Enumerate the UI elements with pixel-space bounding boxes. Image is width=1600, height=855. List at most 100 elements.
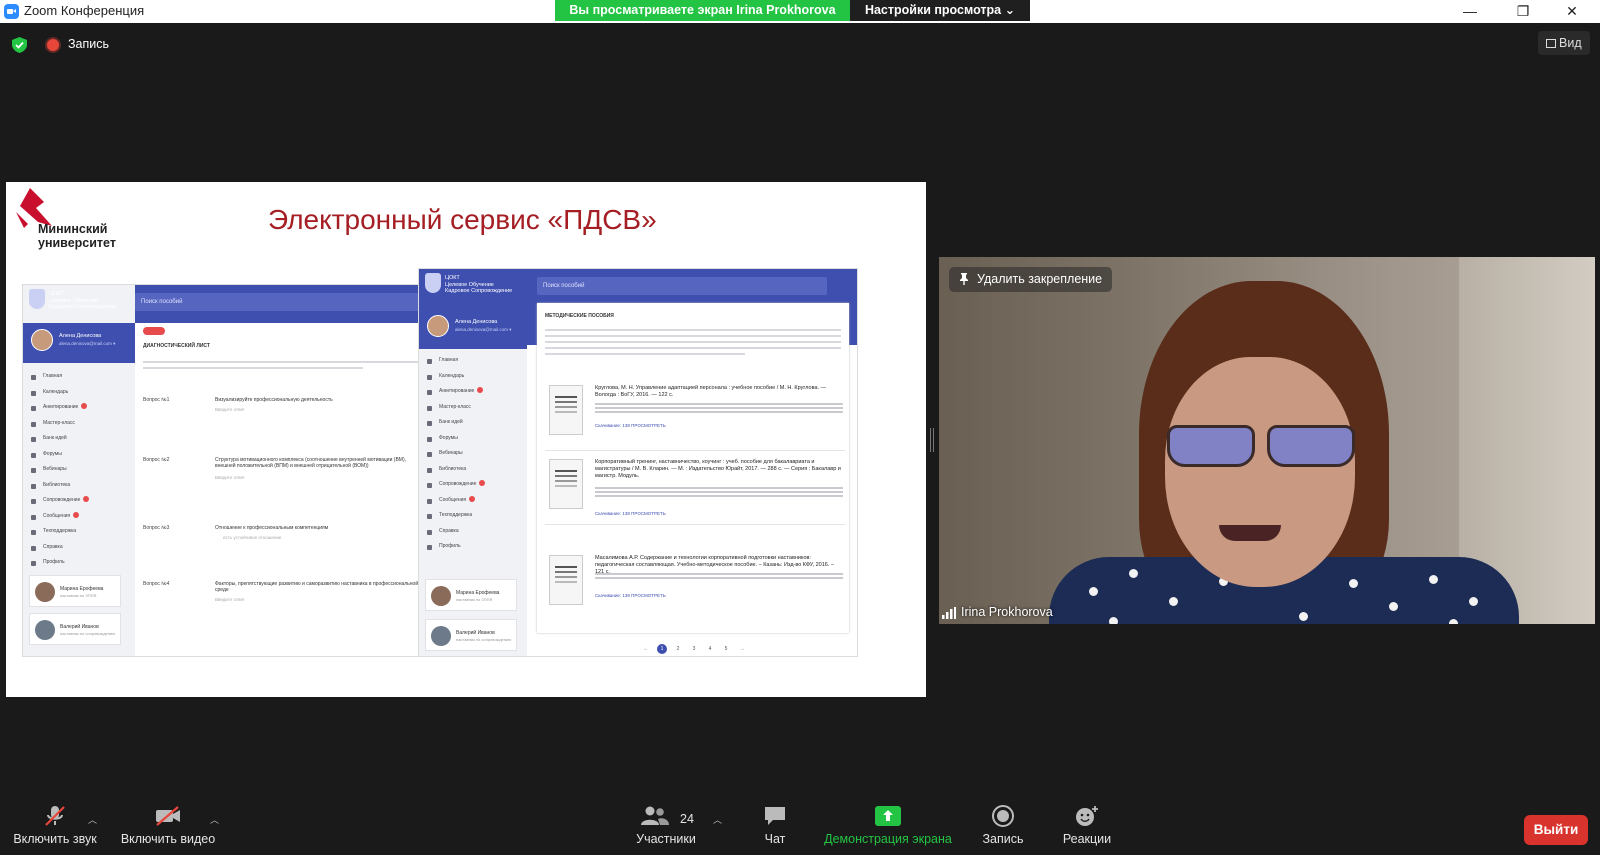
- question-label: Вопрос №3: [143, 525, 170, 531]
- zoom-app-icon: [4, 4, 19, 19]
- mock-search-input: Поиск пособий: [537, 277, 827, 295]
- mock-menu-item: Справка: [425, 524, 529, 540]
- org-sub-2: Кадровое Сопровождение: [49, 304, 117, 310]
- mock-menu-item-label: Техподдержка: [43, 528, 77, 534]
- person-name: Марина Ерофеева: [456, 590, 500, 596]
- notification-badge: [479, 480, 486, 486]
- start-video-button[interactable]: Включить видео: [118, 805, 218, 846]
- minimize-button[interactable]: —: [1447, 1, 1493, 22]
- restore-button[interactable]: ❐: [1500, 1, 1546, 22]
- mock-menu-item: Календарь: [29, 385, 133, 401]
- mock-menu-item-label: Форумы: [439, 434, 458, 441]
- mock-menu-item: Банк идей: [425, 415, 529, 431]
- question-hint: Введите ответ: [215, 407, 245, 412]
- panel-resize-handle[interactable]: [930, 428, 934, 452]
- mock-menu-item: Сопровождение: [29, 493, 133, 509]
- encryption-shield-icon[interactable]: [12, 37, 27, 53]
- intro-line: [545, 335, 841, 337]
- book-cover-icon: [549, 555, 583, 605]
- manual-description: [595, 487, 843, 501]
- mock-menu-item-label: Мастер-класс: [43, 419, 75, 426]
- recording-label[interactable]: Запись: [68, 37, 109, 51]
- person-name: Валерий Иванов: [456, 630, 495, 636]
- question-label: Вопрос №4: [143, 581, 170, 587]
- question-hint: Введите ответ: [215, 475, 245, 480]
- manual-card: Корпоративный тренинг, наставничество, к…: [545, 453, 845, 525]
- mock-menu-item: Вебинары: [29, 462, 133, 478]
- unpin-video-button[interactable]: Удалить закрепление: [949, 267, 1113, 292]
- mock-menu-item-label: Вебинары: [43, 466, 67, 472]
- close-button[interactable]: ✕: [1549, 1, 1595, 22]
- mock-menu-item: Техподдержка: [29, 524, 133, 540]
- question-label: Вопрос №2: [143, 457, 170, 463]
- mock-menu-item-label: Главная: [43, 373, 63, 379]
- mock-menu-item: Главная: [29, 369, 133, 385]
- mock-org: ЦОКТ Целевое Обучение Кадровое Сопровожд…: [49, 291, 116, 311]
- participants-button[interactable]: Участники: [626, 805, 706, 846]
- avatar: [431, 626, 451, 646]
- slide-title: Электронный сервис «ПДСВ»: [268, 204, 657, 235]
- participants-options-chevron-up-icon[interactable]: ︿: [713, 813, 722, 826]
- unpin-label: Удалить закрепление: [977, 272, 1103, 286]
- profile-email: alena.denisova@mail.com ▾: [455, 327, 512, 332]
- mock-menu-item: Профиль: [29, 555, 133, 571]
- question-text: Визуализируйте профессиональную деятельн…: [215, 397, 333, 403]
- participant-face: [1165, 357, 1355, 587]
- audio-options-chevron-up-icon[interactable]: ︿: [88, 813, 97, 826]
- record-button[interactable]: Запись: [978, 805, 1028, 846]
- mock-menu-item: Библиотека: [425, 462, 529, 478]
- mock-menu-item-label: Мастер-класс: [439, 403, 471, 410]
- video-camera-muted-icon: [156, 806, 180, 826]
- question-text: Структура мотивационного комплекса (соот…: [215, 457, 406, 469]
- intro-line: [545, 353, 745, 355]
- person-role: наставник по сопровождению: [456, 637, 512, 642]
- leave-meeting-button[interactable]: Выйти: [1524, 815, 1588, 845]
- chat-button[interactable]: Чат: [755, 805, 795, 846]
- participant-mouth: [1219, 525, 1281, 541]
- intro-line: [143, 361, 423, 363]
- profile-name: Алена Денисова: [59, 333, 102, 339]
- window-title: Zoom Конференция: [24, 3, 145, 18]
- question-hint: есть устойчивое отношение: [223, 535, 282, 540]
- view-button[interactable]: Вид: [1538, 31, 1590, 55]
- share-screen-button[interactable]: Демонстрация экрана: [820, 805, 956, 846]
- person-role: наставник по ЗППЯ: [60, 593, 97, 598]
- participants-icon: [641, 806, 669, 825]
- reactions-label: Реакции: [1062, 832, 1112, 846]
- manuals-panel: МЕТОДИЧЕСКИЕ ПОСОБИЯ Круглова, М. Н. Упр…: [537, 303, 849, 633]
- video-options-chevron-up-icon[interactable]: ︿: [210, 813, 219, 826]
- pager-page: 3: [692, 646, 696, 652]
- mock-menu-item: Вебинары: [425, 446, 529, 462]
- shared-screen-slide: Мининский университет Электронный сервис…: [6, 182, 926, 697]
- screen-share-banner: Вы просматриваете экран Irina Prokhorova: [555, 0, 850, 21]
- mock-menu-item-label: Календарь: [439, 372, 465, 379]
- mock-menu-item-label: Техподдержка: [439, 512, 473, 518]
- participant-video-tile[interactable]: [939, 257, 1595, 624]
- mock-menu-item: Сообщения: [29, 509, 133, 525]
- mock-person-card: Марина Ерофеева наставник по ЗППЯ: [425, 579, 517, 611]
- mock-menu-item-label: Календарь: [43, 388, 69, 395]
- avatar: [431, 586, 451, 606]
- mock-menu-item-label: Сообщения: [439, 496, 467, 503]
- reactions-button[interactable]: Реакции: [1060, 805, 1114, 846]
- manual-links: Скачивание: 138 ПРОСМОТРЕТЬ: [595, 423, 666, 428]
- share-screen-icon: [875, 806, 901, 826]
- avatar: [427, 315, 449, 337]
- pin-icon: [960, 273, 968, 285]
- intro-line: [545, 341, 841, 343]
- view-options-dropdown[interactable]: Настройки просмотра ⌄: [850, 0, 1030, 21]
- profile-email: alena.denisova@mail.com ▾: [59, 341, 116, 346]
- mock-menu-item: Сопровождение: [425, 477, 529, 493]
- intro-line: [545, 329, 841, 331]
- mock-menu-item: Банк идей: [29, 431, 133, 447]
- logo-line-2: университет: [38, 236, 116, 250]
- share-screen-label: Демонстрация экрана: [824, 832, 952, 846]
- mock-menu-item: Мастер-класс: [29, 416, 133, 432]
- avatar: [31, 329, 53, 351]
- org-sub-2: Кадровое Сопровождение: [445, 288, 513, 294]
- view-label: Вид: [1559, 36, 1582, 50]
- mock-menu-item-label: Сопровождение: [439, 481, 477, 487]
- mock-menu-item-label: Анкетирование: [439, 388, 475, 394]
- mock-person-card: Валерий Иванов наставник по сопровождени…: [29, 613, 121, 645]
- unmute-button[interactable]: Включить звук: [10, 805, 100, 846]
